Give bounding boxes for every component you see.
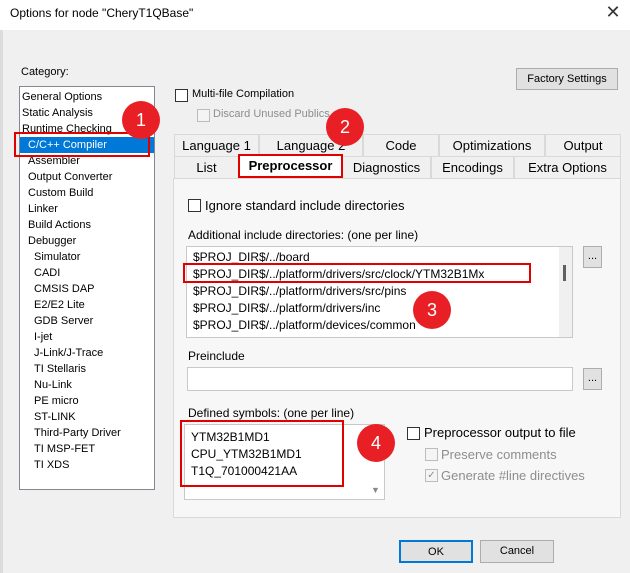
category-item-debugger[interactable]: Debugger — [28, 233, 76, 249]
annotation-box-symbols — [180, 420, 344, 487]
annotation-badge-3: 3 — [413, 291, 451, 329]
category-item-linker[interactable]: Linker — [28, 201, 58, 217]
annotation-badge-4: 4 — [357, 424, 395, 462]
category-item-custom-build[interactable]: Custom Build — [28, 185, 93, 201]
annotation-badge-2: 2 — [326, 108, 364, 146]
category-item-jlink[interactable]: J-Link/J-Trace — [34, 345, 103, 361]
tab-encodings[interactable]: Encodings — [431, 156, 514, 178]
ignore-std-label: Ignore standard include directories — [205, 198, 405, 213]
tab-optimizations[interactable]: Optimizations — [439, 134, 545, 156]
category-item-third-party-driver[interactable]: Third-Party Driver — [34, 425, 121, 441]
tab-code[interactable]: Code — [363, 134, 439, 156]
include-dirs-field[interactable]: $PROJ_DIR$/../board $PROJ_DIR$/../platfo… — [186, 246, 573, 338]
tab-language-1[interactable]: Language 1 — [174, 134, 259, 156]
preinclude-browse-button[interactable]: ... — [583, 368, 602, 390]
window-title: Options for node "CheryT1QBase" — [10, 6, 194, 20]
ignore-std-checkbox[interactable] — [188, 199, 201, 212]
preserve-comments-checkbox[interactable] — [425, 448, 438, 461]
tab-extra-options[interactable]: Extra Options — [514, 156, 621, 178]
category-item-gdb-server[interactable]: GDB Server — [34, 313, 93, 329]
ok-button[interactable]: OK — [399, 540, 473, 563]
scroll-down-icon[interactable]: ▼ — [371, 485, 380, 495]
category-item-ti-xds[interactable]: TI XDS — [34, 457, 69, 473]
annotation-box-preprocessor — [238, 154, 343, 178]
background-window-edge — [0, 30, 3, 573]
preinclude-label: Preinclude — [188, 349, 245, 363]
annotation-box-include — [183, 263, 531, 283]
category-label: Category: — [21, 66, 69, 78]
category-item-st-link[interactable]: ST-LINK — [34, 409, 76, 425]
category-item-nu-link[interactable]: Nu-Link — [34, 377, 72, 393]
defined-symbols-label: Defined symbols: (one per line) — [188, 406, 355, 420]
category-item-pe-micro[interactable]: PE micro — [34, 393, 79, 409]
category-item-general-options[interactable]: General Options — [22, 89, 102, 105]
multifile-checkbox[interactable] — [175, 89, 188, 102]
preserve-comments-label: Preserve comments — [441, 447, 557, 462]
category-item-simulator[interactable]: Simulator — [34, 249, 80, 265]
tab-diagnostics[interactable]: Diagnostics — [342, 156, 431, 178]
pp-output-label: Preprocessor output to file — [424, 425, 576, 440]
cancel-button[interactable]: Cancel — [480, 540, 554, 563]
include-dirs-browse-button[interactable]: ... — [583, 246, 602, 268]
include-dir-line: $PROJ_DIR$/../platform/drivers/inc — [193, 301, 381, 315]
include-dir-line: $PROJ_DIR$/../platform/devices/common — [193, 318, 416, 332]
factory-settings-button[interactable]: Factory Settings — [516, 68, 618, 90]
include-dir-line: $PROJ_DIR$/../platform/drivers/src/pins — [193, 284, 407, 298]
category-item-ti-msp-fet[interactable]: TI MSP-FET — [34, 441, 95, 457]
discard-unused-checkbox[interactable] — [197, 109, 210, 122]
generate-line-label: Generate #line directives — [441, 468, 585, 483]
category-item-build-actions[interactable]: Build Actions — [28, 217, 91, 233]
tab-output[interactable]: Output — [545, 134, 621, 156]
scroll-thumb[interactable] — [563, 265, 566, 281]
category-item-i-jet[interactable]: I-jet — [34, 329, 52, 345]
category-item-static-analysis[interactable]: Static Analysis — [22, 105, 93, 121]
multifile-label: Multi-file Compilation — [192, 88, 295, 100]
generate-line-checkbox[interactable]: ✓ — [425, 469, 438, 482]
include-dirs-label: Additional include directories: (one per… — [188, 228, 419, 242]
tab-list[interactable]: List — [174, 156, 239, 178]
include-dirs-scrollbar[interactable] — [559, 247, 572, 337]
annotation-badge-1: 1 — [122, 101, 160, 139]
pp-output-checkbox[interactable] — [407, 427, 420, 440]
preinclude-field[interactable] — [187, 367, 573, 391]
discard-unused-label: Discard Unused Publics — [213, 108, 330, 120]
category-item-output-converter[interactable]: Output Converter — [28, 169, 112, 185]
close-icon[interactable]: ✕ — [600, 2, 626, 24]
category-item-cadi[interactable]: CADI — [34, 265, 60, 281]
category-item-ti-stellaris[interactable]: TI Stellaris — [34, 361, 86, 377]
category-item-e2-lite[interactable]: E2/E2 Lite — [34, 297, 85, 313]
category-item-cmsis-dap[interactable]: CMSIS DAP — [34, 281, 95, 297]
